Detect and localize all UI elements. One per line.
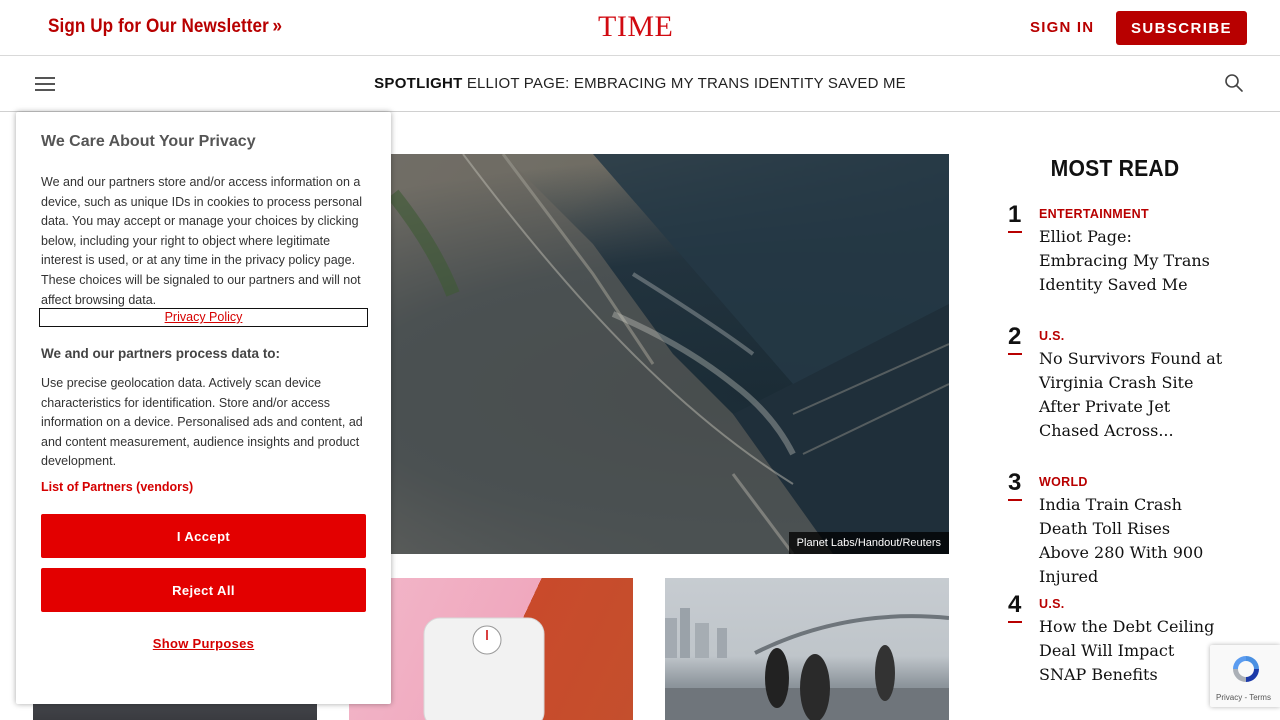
consent-title: We Care About Your Privacy <box>41 133 256 150</box>
bathroom-scale-image <box>423 617 545 720</box>
rank-underline <box>1008 499 1022 501</box>
recaptcha-icon <box>1233 656 1259 682</box>
sign-in-link[interactable]: SIGN IN <box>1030 19 1094 36</box>
site-header: Sign Up for Our Newsletter» TIME SIGN IN… <box>0 0 1280 56</box>
spotlight-headline: Elliot Page: Embracing My Trans Identity… <box>466 75 906 92</box>
rank-number: 1 <box>1008 201 1022 228</box>
reject-all-button[interactable]: Reject All <box>41 568 366 612</box>
spotlight-label: SPOTLIGHT <box>374 75 463 92</box>
rank-number: 4 <box>1008 591 1022 618</box>
category-link[interactable]: WORLD <box>1039 475 1088 489</box>
most-read-title: MOST READ <box>1050 155 1180 181</box>
category-link[interactable]: U.S. <box>1039 329 1065 343</box>
city-waterfront-image <box>665 608 949 720</box>
consent-description: We and our partners store and/or access … <box>41 175 363 307</box>
headline-link[interactable]: How the Debt Ceiling Deal Will Impact SN… <box>1039 615 1224 687</box>
category-link[interactable]: ENTERTAINMENT <box>1039 207 1149 221</box>
rank-underline <box>1008 353 1022 355</box>
spotlight-link[interactable]: SPOTLIGHT Elliot Page: Embracing My Tran… <box>0 75 1280 92</box>
headline-link[interactable]: No Survivors Found at Virginia Crash Sit… <box>1039 347 1224 443</box>
most-read-item[interactable]: 4 U.S. How the Debt Ceiling Deal Will Im… <box>1008 591 1223 701</box>
time-logo[interactable]: TIME <box>598 10 673 44</box>
double-chevron-right-icon: » <box>272 16 283 37</box>
photo-credit: Planet Labs/Handout/Reuters <box>788 532 949 554</box>
article-image-tile[interactable] <box>349 578 633 720</box>
rank-underline <box>1008 231 1022 233</box>
rank-number: 3 <box>1008 469 1022 496</box>
newsletter-label: Sign Up for Our Newsletter <box>48 16 269 37</box>
most-read-item[interactable]: 2 U.S. No Survivors Found at Virginia Cr… <box>1008 323 1223 453</box>
most-read-item[interactable]: 1 ENTERTAINMENT Elliot Page: Embracing M… <box>1008 201 1223 311</box>
headline-link[interactable]: Elliot Page: Embracing My Trans Identity… <box>1039 225 1224 297</box>
vendors-list-link[interactable]: List of Partners (vendors) <box>41 480 193 494</box>
newsletter-signup-link[interactable]: Sign Up for Our Newsletter» <box>48 16 282 38</box>
spotlight-bar: SPOTLIGHT Elliot Page: Embracing My Tran… <box>0 56 1280 112</box>
rank-number: 2 <box>1008 323 1022 350</box>
accept-button[interactable]: I Accept <box>41 514 366 558</box>
subscribe-button[interactable]: SUBSCRIBE <box>1116 11 1247 45</box>
show-purposes-link[interactable]: Show Purposes <box>16 636 391 651</box>
most-read-item[interactable]: 3 WORLD India Train Crash Death Toll Ris… <box>1008 469 1223 586</box>
recaptcha-badge[interactable]: Privacy - Terms <box>1210 645 1280 707</box>
recaptcha-links[interactable]: Privacy - Terms <box>1216 693 1271 702</box>
privacy-policy-link[interactable]: Privacy Policy <box>39 308 368 327</box>
search-icon[interactable] <box>1224 73 1244 93</box>
consent-purposes: Use precise geolocation data. Actively s… <box>41 376 363 469</box>
headline-link[interactable]: India Train Crash Death Toll Rises Above… <box>1039 493 1224 589</box>
category-link[interactable]: U.S. <box>1039 597 1065 611</box>
privacy-consent-dialog: We Care About Your Privacy We and our pa… <box>16 112 391 704</box>
rank-underline <box>1008 621 1022 623</box>
consent-subtitle: We and our partners process data to: <box>41 346 281 361</box>
article-image-tile[interactable] <box>665 578 949 720</box>
